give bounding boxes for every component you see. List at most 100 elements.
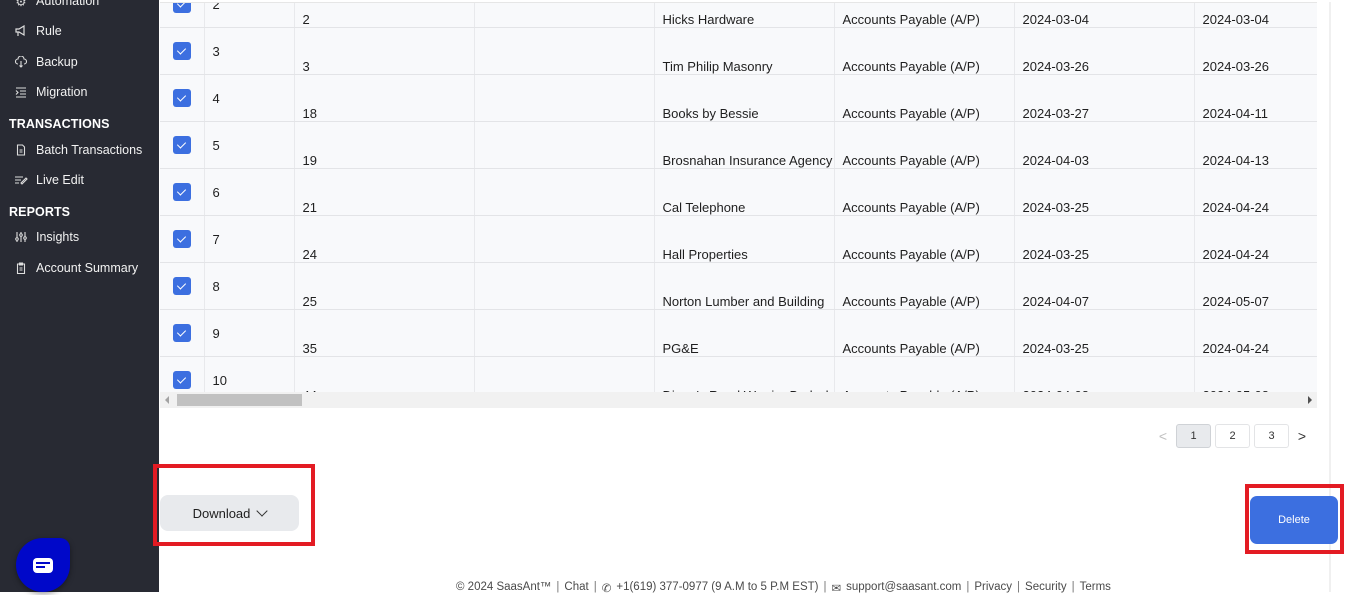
account-cell: Accounts Payable (A/P) — [834, 3, 1015, 28]
vendor-cell: PG&E — [654, 309, 835, 357]
doc-number-cell: 21 — [294, 168, 475, 216]
empty-cell — [474, 262, 655, 310]
account-cell: Accounts Payable (A/P) — [834, 309, 1015, 357]
table-row[interactable]: 6 21 Cal Telephone Accounts Payable (A/P) 20… — [160, 168, 1317, 216]
transactions-table: 2 2 Hicks Hardware Accounts Payable (A/P) 20… — [160, 2, 1317, 392]
row-checkbox-cell — [160, 356, 205, 392]
row-checkbox[interactable] — [172, 3, 191, 13]
sidebar-item-insights[interactable]: Insights — [14, 230, 79, 244]
vendor-cell: Norton Lumber and Building — [654, 262, 835, 310]
footer-chat-link[interactable]: Chat — [564, 581, 588, 595]
pagination-page-2[interactable]: 2 — [1215, 424, 1250, 448]
footer-email-link[interactable]: support@saasant.com — [846, 581, 961, 595]
sidebar-item-label: Account Summary — [36, 261, 139, 275]
due-date-cell: 2024-03-04 — [1194, 3, 1317, 28]
table-row[interactable]: 1044 Diego's Road Warrior BodyshopAccount… — [160, 356, 1317, 392]
pagination-page-1[interactable]: 1 — [1176, 424, 1211, 448]
vendor-cell: Tim Philip Masonry — [654, 27, 835, 75]
sidebar-item-automation[interactable]: ⚙ Automation — [14, 0, 99, 9]
date-cell: 2024-04-08 — [1014, 356, 1195, 392]
due-date-cell: 2024-04-24 — [1194, 168, 1317, 216]
row-checkbox-cell — [160, 168, 205, 216]
pagination-page-3[interactable]: 3 — [1254, 424, 1289, 448]
scroll-right-icon[interactable] — [1308, 396, 1312, 404]
doc-number-cell: 44 — [294, 356, 475, 392]
due-date-cell: 2024-04-13 — [1194, 121, 1317, 169]
megaphone-icon — [14, 24, 28, 38]
account-cell: Accounts Payable (A/P) — [834, 27, 1015, 75]
scrollbar-thumb[interactable] — [177, 394, 302, 406]
doc-number-cell: 2 — [294, 3, 475, 28]
footer-terms-link[interactable]: Terms — [1080, 581, 1111, 595]
sidebar-item-label: Live Edit — [36, 173, 84, 187]
automation-icon: ⚙ — [15, 0, 27, 9]
table-row[interactable]: 8 25 Norton Lumber and Building Accounts Pa… — [160, 262, 1317, 310]
cloud-download-icon — [14, 55, 28, 69]
row-checkbox[interactable] — [172, 277, 191, 295]
footer-copyright: © 2024 SaasAnt™ — [456, 581, 552, 593]
chat-icon — [33, 557, 53, 573]
sidebar-item-rule[interactable]: Rule — [14, 24, 62, 38]
serial-number-cell: 6 — [204, 168, 295, 216]
doc-number-cell: 3 — [294, 27, 475, 75]
vendor-cell: Brosnahan Insurance Agency — [654, 121, 835, 169]
serial-number-cell: 10 — [204, 356, 295, 392]
scroll-left-icon[interactable] — [165, 396, 169, 404]
row-checkbox[interactable] — [172, 230, 191, 248]
doc-number-cell: 24 — [294, 215, 475, 263]
sliders-icon — [14, 230, 28, 244]
horizontal-scrollbar[interactable] — [160, 392, 1317, 408]
clipboard-icon — [14, 261, 28, 275]
pagination: < 1 2 3 > — [1154, 424, 1311, 448]
chat-widget-button[interactable] — [16, 538, 70, 592]
row-checkbox[interactable] — [172, 42, 191, 60]
row-checkbox-cell — [160, 121, 205, 169]
account-cell: Accounts Payable (A/P) — [834, 262, 1015, 310]
row-checkbox[interactable] — [172, 183, 191, 201]
vendor-cell: Hall Properties — [654, 215, 835, 263]
sidebar-item-backup[interactable]: Backup — [14, 55, 78, 69]
row-checkbox-cell — [160, 27, 205, 75]
table-row[interactable]: 9 35 PG&E Accounts Payable (A/P) 2024-03-25 2… — [160, 309, 1317, 357]
sidebar-item-batch-transactions[interactable]: Batch Transactions — [14, 143, 142, 157]
empty-cell — [474, 3, 655, 28]
table-row[interactable]: 5 19 Brosnahan Insurance Agency Accounts Pa… — [160, 121, 1317, 169]
main-content: 2 2 Hicks Hardware Accounts Payable (A/P) 20… — [153, 0, 1348, 595]
delete-button[interactable]: Delete — [1250, 496, 1338, 544]
footer-privacy-link[interactable]: Privacy — [974, 581, 1012, 595]
download-button[interactable]: Download — [160, 495, 299, 531]
row-checkbox[interactable] — [172, 371, 191, 389]
row-checkbox[interactable] — [172, 324, 191, 342]
table-row[interactable]: 4 18 Books by Bessie Accounts Payable (A/P)… — [160, 74, 1317, 122]
table-row[interactable]: 3 3 Tim Philip Masonry Accounts Payable (A/… — [160, 27, 1317, 75]
sidebar-item-migration[interactable]: Migration — [14, 85, 87, 99]
sidebar-item-account-summary[interactable]: Account Summary — [14, 261, 138, 275]
due-date-cell: 2024-05-08 — [1194, 356, 1317, 392]
table-row[interactable]: 2 2 Hicks Hardware Accounts Payable (A/P) 20… — [160, 3, 1317, 28]
row-checkbox[interactable] — [172, 89, 191, 107]
date-cell: 2024-03-25 — [1014, 215, 1195, 263]
mail-icon: ✉ — [831, 583, 842, 595]
section-heading-reports: REPORTS — [9, 205, 71, 219]
serial-number-cell: 3 — [204, 27, 295, 75]
footer-phone-link[interactable]: +1(619) 377-0977 (9 A.M to 5 P.M EST) — [616, 581, 818, 595]
row-checkbox-cell — [160, 74, 205, 122]
sidebar-item-label: Migration — [36, 85, 88, 99]
empty-cell — [474, 356, 655, 392]
footer-security-link[interactable]: Security — [1025, 581, 1067, 595]
date-cell: 2024-03-27 — [1014, 74, 1195, 122]
serial-number-cell: 7 — [204, 215, 295, 263]
sidebar-item-label: Backup — [36, 55, 78, 69]
row-checkbox[interactable] — [172, 136, 191, 154]
account-cell: Accounts Payable (A/P) — [834, 215, 1015, 263]
doc-number-cell: 25 — [294, 262, 475, 310]
account-cell: Accounts Payable (A/P) — [834, 168, 1015, 216]
table-row[interactable]: 7 24 Hall Properties Accounts Payable (A/P)… — [160, 215, 1317, 263]
pagination-prev-button[interactable]: < — [1154, 424, 1172, 448]
empty-cell — [474, 309, 655, 357]
date-cell: 2024-03-25 — [1014, 309, 1195, 357]
serial-number-cell: 9 — [204, 309, 295, 357]
empty-cell — [474, 74, 655, 122]
sidebar-item-live-edit[interactable]: Live Edit — [14, 173, 84, 187]
pagination-next-button[interactable]: > — [1293, 424, 1311, 448]
